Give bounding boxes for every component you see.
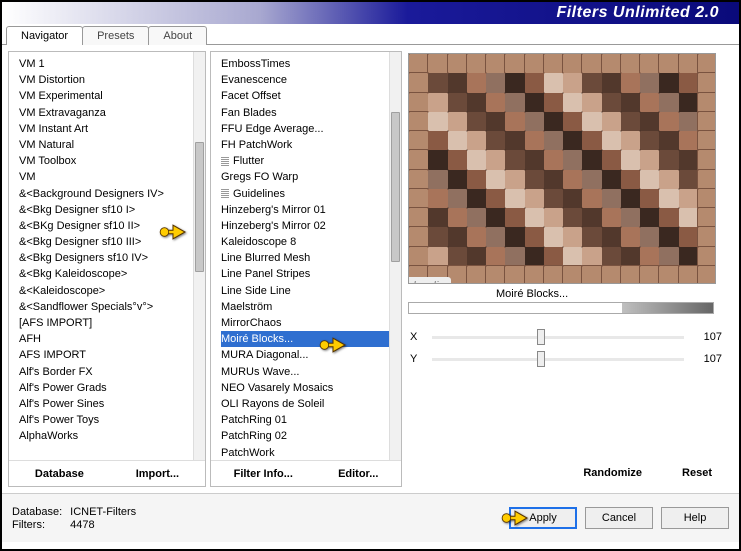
category-item[interactable]: &<BKg Designer sf10 II> bbox=[19, 218, 193, 234]
category-item[interactable]: &<Sandflower Specials°v°> bbox=[19, 299, 193, 315]
filter-item[interactable]: Guidelines bbox=[221, 186, 389, 202]
category-item[interactable]: &<Bkg Designers sf10 IV> bbox=[19, 250, 193, 266]
category-item[interactable]: [AFS IMPORT] bbox=[19, 315, 193, 331]
category-panel: VM 1VM DistortionVM ExperimentalVM Extra… bbox=[8, 51, 206, 487]
category-item[interactable]: &<Bkg Kaleidoscope> bbox=[19, 266, 193, 282]
category-item[interactable]: VM Instant Art bbox=[19, 121, 193, 137]
import-button[interactable]: Import... bbox=[136, 468, 179, 480]
category-item[interactable]: Alf's Power Toys bbox=[19, 412, 193, 428]
filter-item[interactable]: EmbossTimes bbox=[221, 56, 389, 72]
filter-item[interactable]: Line Panel Stripes bbox=[221, 266, 389, 282]
param-y-value: 107 bbox=[688, 353, 722, 365]
category-scrollbar[interactable] bbox=[193, 52, 205, 460]
status-info: Database: ICNET-Filters Filters: 4478 bbox=[12, 506, 136, 531]
filter-item[interactable]: Fan Blades bbox=[221, 105, 389, 121]
cancel-button[interactable]: Cancel bbox=[585, 507, 653, 529]
category-item[interactable]: &<Kaleidoscope> bbox=[19, 283, 193, 299]
filter-item[interactable]: PatchRing 02 bbox=[221, 428, 389, 444]
filter-scrollbar[interactable] bbox=[389, 52, 401, 460]
category-item[interactable]: Alf's Border FX bbox=[19, 364, 193, 380]
category-item[interactable]: VM Extravaganza bbox=[19, 105, 193, 121]
database-button[interactable]: Database bbox=[35, 468, 84, 480]
param-x: X 107 bbox=[410, 326, 722, 348]
param-y-slider[interactable] bbox=[432, 358, 684, 361]
param-x-slider[interactable] bbox=[432, 336, 684, 339]
filters-value: 4478 bbox=[70, 519, 136, 531]
filter-item[interactable]: PatchWork bbox=[221, 445, 389, 461]
category-list[interactable]: VM 1VM DistortionVM ExperimentalVM Extra… bbox=[9, 52, 205, 460]
database-label: Database: bbox=[12, 506, 62, 518]
category-item[interactable]: VM Distortion bbox=[19, 72, 193, 88]
category-item[interactable]: VM Toolbox bbox=[19, 153, 193, 169]
filter-item[interactable]: Kaleidoscope 8 bbox=[221, 234, 389, 250]
preview-image: claudia bbox=[408, 53, 716, 284]
param-x-value: 107 bbox=[688, 331, 722, 343]
main-area: VM 1VM DistortionVM ExperimentalVM Extra… bbox=[2, 45, 739, 493]
filter-item[interactable]: Hinzeberg's Mirror 01 bbox=[221, 202, 389, 218]
category-item[interactable]: Alf's Power Grads bbox=[19, 380, 193, 396]
database-value: ICNET-Filters bbox=[70, 506, 136, 518]
filter-item[interactable]: Moiré Blocks... bbox=[221, 331, 389, 347]
filter-list[interactable]: EmbossTimesEvanescenceFacet OffsetFan Bl… bbox=[211, 52, 401, 460]
filter-item[interactable]: Evanescence bbox=[221, 72, 389, 88]
category-item[interactable]: VM bbox=[19, 169, 193, 185]
filter-item[interactable]: MURA Diagonal... bbox=[221, 347, 389, 363]
reset-button[interactable]: Reset bbox=[682, 467, 712, 479]
filter-panel: EmbossTimesEvanescenceFacet OffsetFan Bl… bbox=[210, 51, 402, 487]
tab-presets[interactable]: Presets bbox=[82, 26, 149, 45]
category-item[interactable]: &<Background Designers IV> bbox=[19, 186, 193, 202]
filter-item[interactable]: Line Side Line bbox=[221, 283, 389, 299]
app-title: Filters Unlimited 2.0 bbox=[556, 4, 719, 22]
filter-info-button[interactable]: Filter Info... bbox=[234, 468, 293, 480]
category-item[interactable]: Alf's Power Sines bbox=[19, 396, 193, 412]
category-item[interactable]: AlphaWorks bbox=[19, 428, 193, 444]
watermark: claudia bbox=[408, 277, 451, 284]
filter-item[interactable]: Flutter bbox=[221, 153, 389, 169]
title-bar: Filters Unlimited 2.0 bbox=[2, 2, 739, 24]
category-item[interactable]: VM Experimental bbox=[19, 88, 193, 104]
filter-item[interactable]: Gregs FO Warp bbox=[221, 169, 389, 185]
category-item[interactable]: &<Bkg Designer sf10 I> bbox=[19, 202, 193, 218]
filter-item[interactable]: FFU Edge Average... bbox=[221, 121, 389, 137]
tab-navigator[interactable]: Navigator bbox=[6, 26, 83, 45]
category-item[interactable]: VM Natural bbox=[19, 137, 193, 153]
action-buttons: Apply Cancel Help bbox=[509, 507, 729, 529]
filter-item[interactable]: MirrorChaos bbox=[221, 315, 389, 331]
filter-item[interactable]: PatchRing 01 bbox=[221, 412, 389, 428]
param-y: Y 107 bbox=[410, 348, 722, 370]
preview-panel: claudia Moiré Blocks... X 107 Y 107 Rand… bbox=[406, 51, 726, 487]
apply-button[interactable]: Apply bbox=[509, 507, 577, 529]
param-x-label: X bbox=[410, 331, 428, 343]
help-button[interactable]: Help bbox=[661, 507, 729, 529]
filter-item[interactable]: Facet Offset bbox=[221, 88, 389, 104]
category-item[interactable]: &<Bkg Designer sf10 III> bbox=[19, 234, 193, 250]
filter-item[interactable]: Maelström bbox=[221, 299, 389, 315]
filter-item[interactable]: FH PatchWork bbox=[221, 137, 389, 153]
parameters: X 107 Y 107 bbox=[406, 320, 726, 457]
status-bar: Database: ICNET-Filters Filters: 4478 Ap… bbox=[2, 493, 739, 542]
category-item[interactable]: AFS IMPORT bbox=[19, 347, 193, 363]
tab-strip: Navigator Presets About bbox=[2, 26, 739, 45]
tab-about[interactable]: About bbox=[148, 26, 207, 45]
category-item[interactable]: VM 1 bbox=[19, 56, 193, 72]
preview-footer: Randomize Reset bbox=[406, 457, 726, 487]
filter-item[interactable]: Line Blurred Mesh bbox=[221, 250, 389, 266]
filter-item[interactable]: NEO Vasarely Mosaics bbox=[221, 380, 389, 396]
progress-bar bbox=[408, 302, 714, 314]
category-item[interactable]: AFH bbox=[19, 331, 193, 347]
preview-label: Moiré Blocks... bbox=[496, 288, 726, 300]
filters-label: Filters: bbox=[12, 519, 62, 531]
filter-item[interactable]: OLI Rayons de Soleil bbox=[221, 396, 389, 412]
filter-item[interactable]: MURUs Wave... bbox=[221, 364, 389, 380]
param-y-label: Y bbox=[410, 353, 428, 365]
randomize-button[interactable]: Randomize bbox=[583, 467, 642, 479]
filter-item[interactable]: Hinzeberg's Mirror 02 bbox=[221, 218, 389, 234]
category-footer: Database Import... bbox=[9, 460, 205, 486]
filter-footer: Filter Info... Editor... bbox=[211, 460, 401, 486]
editor-button[interactable]: Editor... bbox=[338, 468, 378, 480]
